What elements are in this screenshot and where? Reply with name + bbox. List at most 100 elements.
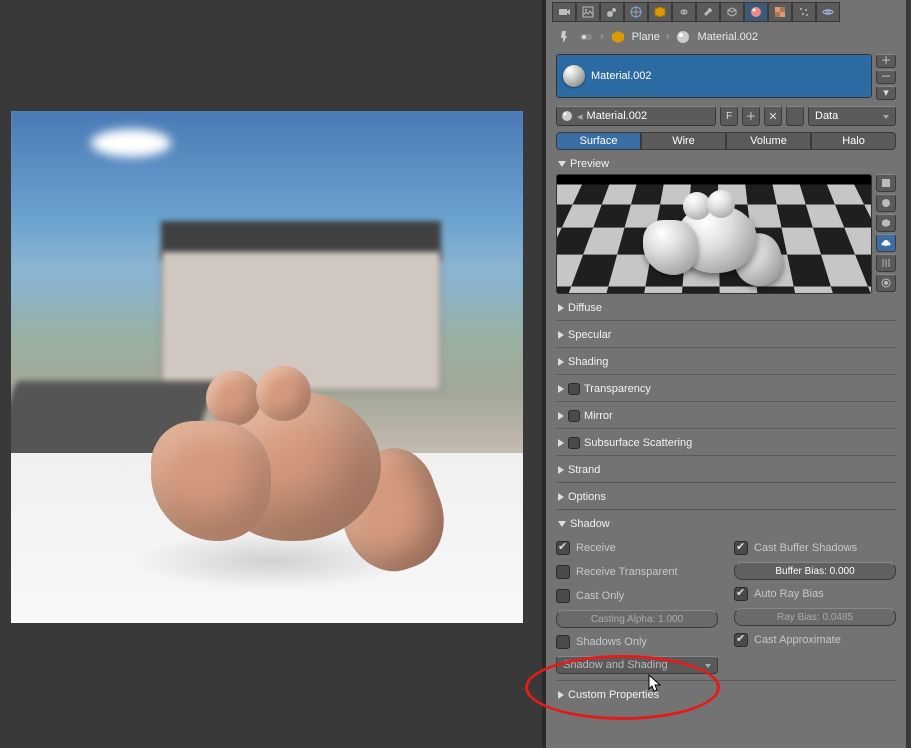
disclosure-triangle-icon [558, 466, 564, 474]
preview-flat-button[interactable] [876, 174, 896, 192]
cast-only-checkbox[interactable] [556, 589, 570, 603]
tab-constraints[interactable] [672, 2, 696, 22]
sss-enable-checkbox[interactable] [568, 437, 580, 449]
cast-buffer-checkbox[interactable] [734, 541, 748, 555]
cast-approximate-label: Cast Approximate [754, 634, 841, 646]
tab-render[interactable] [552, 2, 576, 22]
preview-cube-button[interactable] [876, 214, 896, 232]
panel-title: Mirror [584, 410, 613, 422]
panel-header-strand[interactable]: Strand [556, 460, 896, 480]
panel-title: Preview [570, 158, 609, 170]
preview-monkey-button[interactable] [876, 234, 896, 252]
chevron-updown-icon [883, 115, 889, 119]
panel-header-diffuse[interactable]: Diffuse [556, 298, 896, 318]
material-slot-name: Material.002 [591, 70, 652, 82]
object-icon [610, 29, 626, 45]
slot-menu-button[interactable]: ▾ [876, 86, 896, 100]
disclosure-triangle-icon [558, 331, 564, 339]
scene-icon [606, 6, 618, 18]
cast-buffer-label: Cast Buffer Shadows [754, 542, 857, 554]
image-icon [582, 6, 594, 18]
receive-checkbox[interactable] [556, 541, 570, 555]
material-preview-ball-icon [563, 65, 585, 87]
preview-hair-button[interactable] [876, 254, 896, 272]
panel-header-shading[interactable]: Shading [556, 352, 896, 372]
texture-icon [774, 6, 786, 18]
unlink-material-button[interactable]: ✕ [764, 106, 782, 126]
material-id-field[interactable]: ◂ Material.002 [556, 106, 716, 126]
material-icon [750, 6, 762, 18]
type-tab-volume[interactable]: Volume [726, 132, 811, 150]
mesh-icon [726, 6, 738, 18]
tab-modifiers[interactable] [696, 2, 720, 22]
panel-header-specular[interactable]: Specular [556, 325, 896, 345]
panel-title: Custom Properties [568, 689, 659, 701]
plus-icon: ＋ [746, 108, 757, 124]
particles-icon [798, 6, 810, 18]
add-slot-button[interactable]: ＋ [876, 54, 896, 68]
auto-ray-bias-label: Auto Ray Bias [754, 588, 824, 600]
receive-transparent-checkbox[interactable] [556, 565, 570, 579]
render-viewport[interactable] [11, 111, 523, 623]
link-icon [678, 6, 690, 18]
panel-header-custom-properties[interactable]: Custom Properties [556, 685, 896, 705]
ray-bias-field[interactable]: Ray Bias: 0.0485 [734, 608, 896, 626]
panel-header-preview[interactable]: Preview [556, 154, 896, 174]
cast-approximate-checkbox[interactable] [734, 633, 748, 647]
shadows-only-checkbox[interactable] [556, 635, 570, 649]
preview-sphere-button[interactable] [876, 194, 896, 212]
panel-header-transparency[interactable]: Transparency [556, 379, 896, 399]
disclosure-triangle-icon [558, 439, 564, 447]
material-slot[interactable]: Material.002 [556, 54, 872, 98]
material-browse-icon[interactable] [561, 110, 573, 122]
tab-data[interactable] [720, 2, 744, 22]
tab-physics[interactable] [816, 2, 840, 22]
tab-render-layers[interactable] [576, 2, 600, 22]
casting-alpha-field[interactable]: Casting Alpha: 1.000 [556, 610, 718, 628]
disclosure-triangle-icon [558, 493, 564, 501]
preview-sky-button[interactable] [876, 274, 896, 292]
type-tab-surface[interactable]: Surface [556, 132, 641, 150]
tab-material[interactable] [744, 2, 768, 22]
plus-icon: ＋ [881, 56, 892, 67]
node-toggle-button[interactable] [786, 106, 804, 126]
tab-particles[interactable] [792, 2, 816, 22]
chevron-down-icon: ▾ [883, 88, 889, 99]
cast-only-label: Cast Only [576, 590, 624, 602]
auto-ray-bias-checkbox[interactable] [734, 587, 748, 601]
panel-title: Shading [568, 356, 608, 368]
type-tab-halo[interactable]: Halo [811, 132, 896, 150]
buffer-bias-field[interactable]: Buffer Bias: 0.000 [734, 562, 896, 580]
material-id-name: Material.002 [587, 110, 648, 122]
sphere-a-icon [880, 277, 892, 289]
toggle-icon[interactable] [578, 29, 594, 45]
type-tab-wire[interactable]: Wire [641, 132, 726, 150]
fake-user-button[interactable]: F [720, 106, 738, 126]
link-select[interactable]: Data [808, 106, 896, 126]
pin-icon[interactable] [556, 29, 572, 45]
physics-icon [822, 6, 834, 18]
remove-slot-button[interactable]: － [876, 70, 896, 84]
breadcrumb: › Plane › Material.002 [546, 24, 906, 50]
panel-header-sss[interactable]: Subsurface Scattering [556, 433, 896, 453]
tab-object[interactable] [648, 2, 672, 22]
tab-scene[interactable] [600, 2, 624, 22]
disclosure-triangle-icon [558, 691, 564, 699]
panel-header-options[interactable]: Options [556, 487, 896, 507]
tab-world[interactable] [624, 2, 648, 22]
transparency-enable-checkbox[interactable] [568, 383, 580, 395]
breadcrumb-object[interactable]: Plane [632, 31, 660, 43]
panel-title: Strand [568, 464, 600, 476]
panel-header-shadow[interactable]: Shadow [556, 514, 896, 534]
material-preview [556, 174, 872, 294]
panel-header-mirror[interactable]: Mirror [556, 406, 896, 426]
sphere-icon [880, 197, 892, 209]
flat-icon [880, 177, 892, 189]
disclosure-triangle-icon [558, 412, 564, 420]
new-material-button[interactable]: ＋ [742, 106, 760, 126]
shadows-only-type-label: Shadow and Shading [563, 659, 668, 671]
mirror-enable-checkbox[interactable] [568, 410, 580, 422]
breadcrumb-material[interactable]: Material.002 [697, 31, 758, 43]
shadows-only-type-select[interactable]: Shadow and Shading [556, 656, 718, 674]
tab-texture[interactable] [768, 2, 792, 22]
